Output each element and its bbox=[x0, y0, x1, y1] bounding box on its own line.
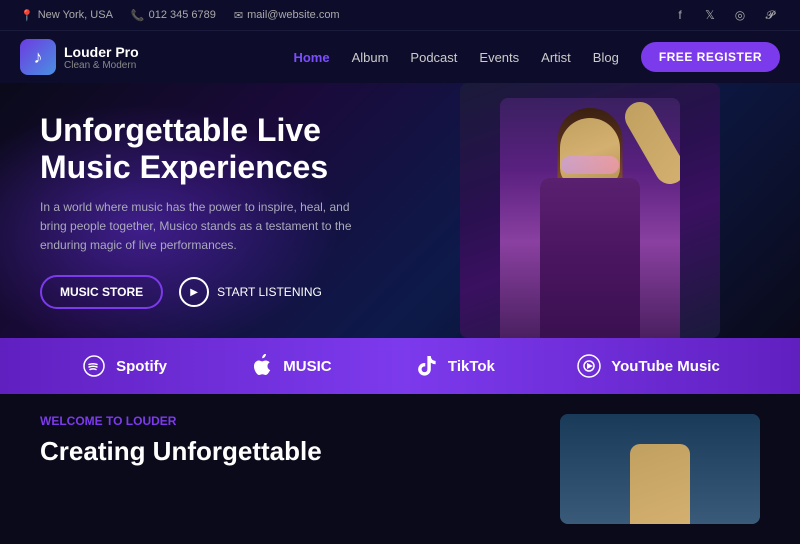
register-button[interactable]: FREE REGISTER bbox=[641, 42, 780, 72]
arm-figure bbox=[620, 98, 680, 189]
logo: ♪ Louder Pro Clean & Modern bbox=[20, 39, 139, 75]
location-text: New York, USA bbox=[38, 9, 113, 21]
body-figure bbox=[540, 178, 640, 338]
tiktok-label: TikTok bbox=[448, 358, 495, 375]
nav-events[interactable]: Events bbox=[479, 50, 519, 65]
logo-name: Louder Pro bbox=[64, 44, 139, 60]
location-info: New York, USA bbox=[20, 9, 113, 22]
partner-apple-music: MUSIC bbox=[247, 352, 331, 380]
logo-tagline: Clean & Modern bbox=[64, 60, 139, 71]
bottom-image bbox=[560, 414, 760, 524]
bottom-title: Creating Unforgettable bbox=[40, 436, 520, 467]
partners-strip: Spotify MUSIC TikTok YouTube Music bbox=[0, 338, 800, 394]
youtube-music-label: YouTube Music bbox=[611, 358, 720, 375]
hero-image bbox=[440, 83, 740, 338]
navbar: ♪ Louder Pro Clean & Modern Home Album P… bbox=[0, 31, 800, 83]
hero-title: Unforgettable Live Music Experiences bbox=[40, 112, 420, 186]
email-text: mail@website.com bbox=[247, 9, 339, 21]
email-icon bbox=[234, 9, 243, 22]
phone-text: 012 345 6789 bbox=[149, 9, 216, 21]
hero-figure bbox=[500, 98, 680, 338]
instagram-link[interactable]: ◎ bbox=[730, 5, 750, 25]
listen-label: START LISTENING bbox=[217, 285, 322, 299]
hero-content: Unforgettable Live Music Experiences In … bbox=[0, 92, 460, 329]
nav-blog[interactable]: Blog bbox=[593, 50, 619, 65]
partner-spotify: Spotify bbox=[80, 352, 167, 380]
location-icon bbox=[20, 9, 34, 22]
nav-album[interactable]: Album bbox=[352, 50, 389, 65]
hero-photo bbox=[460, 83, 720, 338]
spotify-icon bbox=[80, 352, 108, 380]
logo-text: Louder Pro Clean & Modern bbox=[64, 44, 139, 71]
facebook-link[interactable]: f bbox=[670, 5, 690, 25]
glasses-figure bbox=[561, 156, 619, 174]
twitter-link[interactable]: 𝕏 bbox=[700, 5, 720, 25]
logo-icon: ♪ bbox=[20, 39, 56, 75]
spotify-label: Spotify bbox=[116, 358, 167, 375]
pinterest-link[interactable]: 𝓟 bbox=[760, 5, 780, 25]
welcome-label: WELCOME TO LOUDER bbox=[40, 414, 520, 428]
hero-section: Unforgettable Live Music Experiences In … bbox=[0, 83, 800, 338]
social-links: f 𝕏 ◎ 𝓟 bbox=[670, 5, 780, 25]
phone-info: 012 345 6789 bbox=[131, 9, 216, 22]
top-bar-contact: New York, USA 012 345 6789 mail@website.… bbox=[20, 9, 340, 22]
top-bar: New York, USA 012 345 6789 mail@website.… bbox=[0, 0, 800, 31]
bottom-section: WELCOME TO LOUDER Creating Unforgettable bbox=[0, 394, 800, 544]
music-store-button[interactable]: MUSIC STORE bbox=[40, 275, 163, 309]
apple-music-icon bbox=[247, 352, 275, 380]
nav-home[interactable]: Home bbox=[293, 50, 329, 65]
youtube-music-icon bbox=[575, 352, 603, 380]
phone-icon bbox=[131, 9, 145, 22]
nav-artist[interactable]: Artist bbox=[541, 50, 571, 65]
hand-figure bbox=[630, 444, 690, 524]
apple-music-label: MUSIC bbox=[283, 358, 331, 375]
bottom-text: WELCOME TO LOUDER Creating Unforgettable bbox=[40, 414, 520, 524]
partner-youtube-music: YouTube Music bbox=[575, 352, 720, 380]
hero-description: In a world where music has the power to … bbox=[40, 198, 360, 256]
tiktok-icon bbox=[412, 352, 440, 380]
nav-podcast[interactable]: Podcast bbox=[410, 50, 457, 65]
partner-tiktok: TikTok bbox=[412, 352, 495, 380]
nav-links: Home Album Podcast Events Artist Blog FR… bbox=[293, 42, 780, 72]
hero-buttons: MUSIC STORE ▶ START LISTENING bbox=[40, 275, 420, 309]
start-listening-button[interactable]: ▶ START LISTENING bbox=[179, 277, 322, 307]
play-icon: ▶ bbox=[179, 277, 209, 307]
email-info: mail@website.com bbox=[234, 9, 340, 22]
